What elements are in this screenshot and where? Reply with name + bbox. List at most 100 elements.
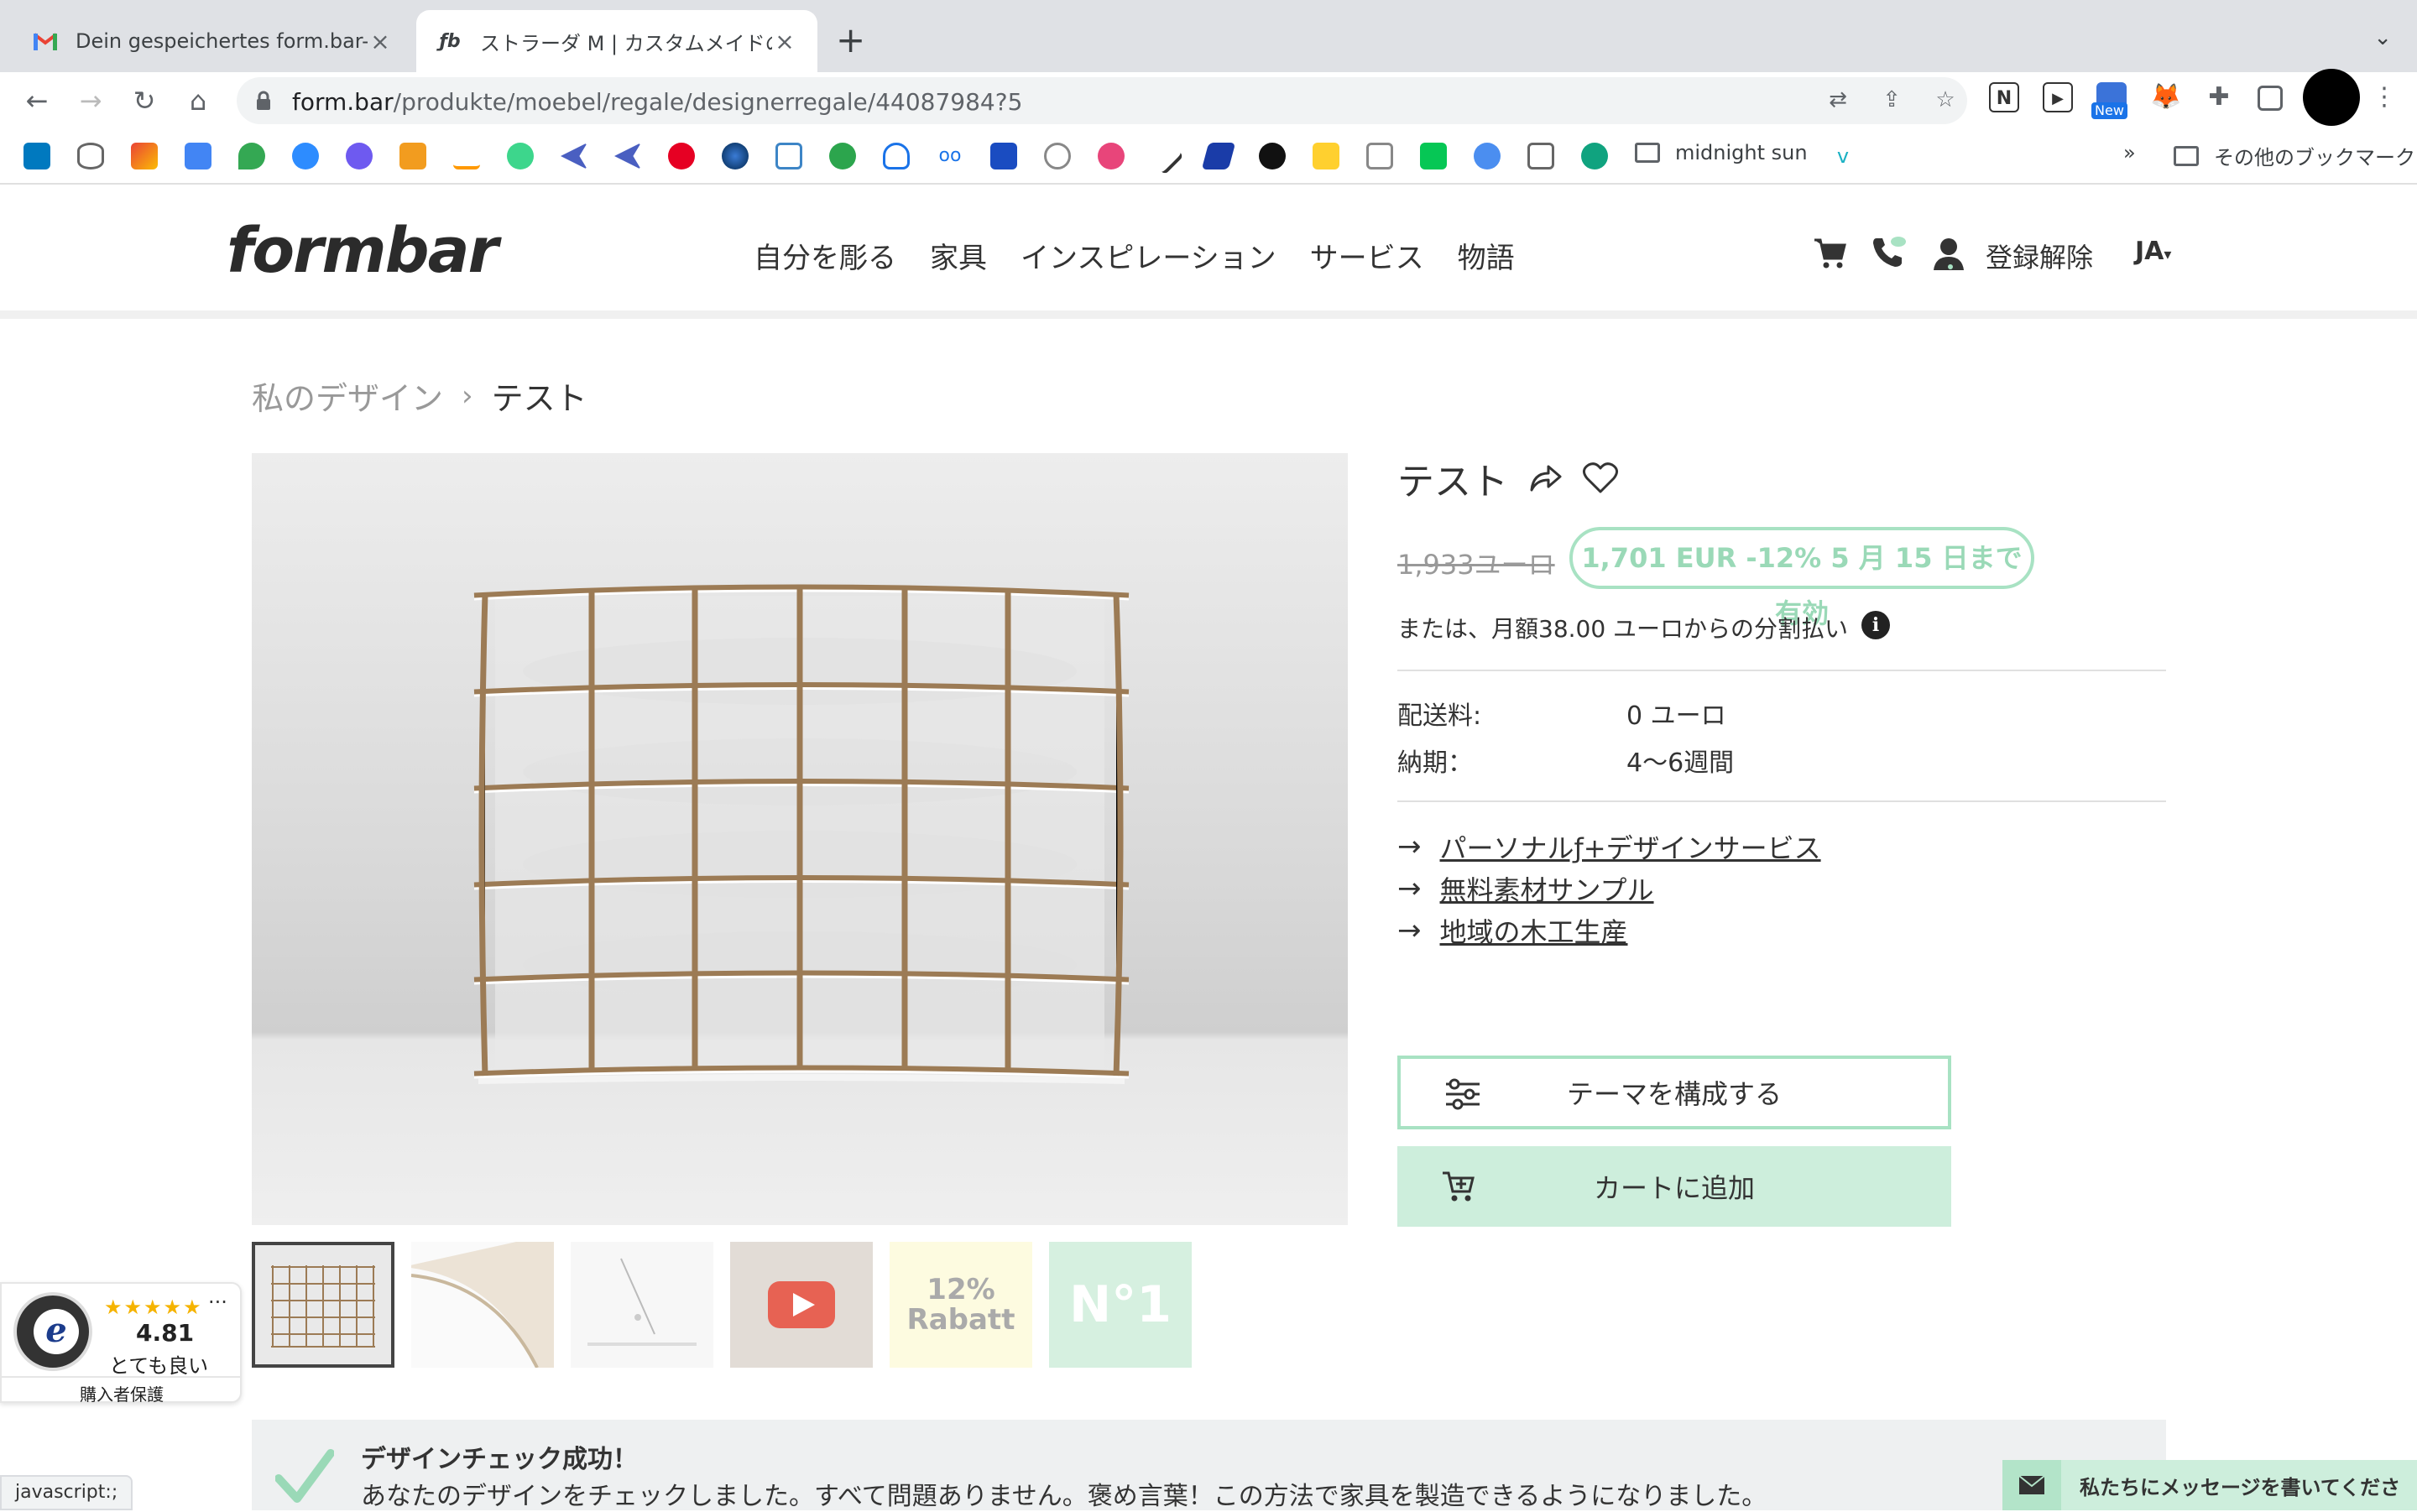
info-icon[interactable]: i — [1861, 611, 1890, 639]
main-nav: 自分を彫る 家具 インスピレーション サービス 物語 — [754, 235, 1515, 276]
other-bookmarks-folder[interactable]: その他のブックマーク — [2174, 141, 2415, 170]
tab-search-chevron-icon[interactable]: ⌄ — [2373, 25, 2392, 50]
close-tab-icon[interactable]: × — [368, 28, 393, 55]
thumbnail-rabatt[interactable]: 12% Rabatt — [890, 1242, 1032, 1368]
asterisk-bookmark-icon[interactable] — [507, 143, 534, 169]
reload-icon[interactable]: ↻ — [128, 84, 161, 117]
arrow-right-icon: → — [1397, 872, 1422, 905]
cart-add-icon — [1443, 1171, 1475, 1202]
share-icon[interactable]: ⇪ — [1878, 87, 1905, 114]
bookmark-folder-midnight-sun[interactable]: midnight sun — [1635, 141, 1808, 164]
cart-icon[interactable] — [1813, 235, 1848, 270]
language-selector[interactable]: JA▾ — [2135, 237, 2171, 266]
trusted-shops-badge[interactable]: e ★★★★★ ··· 4.81 とても良い 購入者保護 — [0, 1282, 242, 1405]
more-options-icon[interactable]: ··· — [208, 1290, 227, 1314]
nav-item-design-yourself[interactable]: 自分を彫る — [754, 235, 896, 276]
v-bookmark-icon[interactable] — [399, 143, 426, 169]
p-bookmark-icon[interactable] — [829, 143, 856, 169]
maps-bookmark-icon[interactable] — [238, 143, 265, 169]
browser-menu-icon[interactable]: ⋮ — [2372, 82, 2397, 112]
thumbnail-shelf-front[interactable] — [252, 1242, 394, 1368]
calendar-bookmark-icon[interactable] — [185, 143, 211, 169]
openai-bookmark-icon[interactable] — [1259, 143, 1286, 169]
shelf-render — [473, 584, 1130, 1084]
folder-icon — [2174, 145, 2199, 166]
buyer-protection-label: 購入者保護 — [2, 1376, 242, 1405]
product-image[interactable] — [252, 453, 1348, 1225]
rating-stars: ★★★★★ — [104, 1296, 203, 1319]
translate-icon[interactable]: ⇄ — [1824, 87, 1851, 114]
drawing-icon — [587, 1258, 697, 1346]
breadcrumb-my-designs[interactable]: 私のデザイン — [252, 373, 443, 419]
v-logo-bookmark-icon[interactable]: v — [1830, 143, 1856, 169]
heart-favorite-icon[interactable] — [1582, 461, 1619, 495]
add-to-cart-button[interactable]: カートに追加 — [1397, 1146, 1951, 1227]
nav-item-service[interactable]: サービス — [1310, 235, 1424, 276]
puzzle-extensions-icon[interactable]: ✚ — [2204, 82, 2234, 112]
camera-bookmark-icon[interactable] — [1366, 143, 1393, 169]
amazon-bookmark-icon[interactable] — [453, 143, 480, 169]
e-bookmark-icon[interactable] — [990, 143, 1017, 169]
arrow-bookmark-icon[interactable] — [561, 143, 587, 169]
metamask-fox-icon[interactable]: 🦊 — [2150, 82, 2181, 112]
building-bookmark-icon[interactable] — [1527, 143, 1554, 169]
cloud-bookmark-icon[interactable] — [883, 143, 910, 169]
arrow-bookmark-icon-2[interactable] — [614, 143, 641, 169]
star-bookmark-icon[interactable]: ☆ — [1932, 87, 1959, 114]
overflow-chevron-icon: » — [2123, 141, 2136, 164]
close-tab-icon[interactable]: × — [772, 28, 797, 55]
pinterest-bookmark-icon[interactable] — [668, 143, 695, 169]
trello-bookmark-icon[interactable] — [23, 143, 50, 169]
video-extension-icon[interactable]: ▶ — [2043, 82, 2073, 112]
chatgpt-bookmark-icon[interactable] — [1581, 143, 1608, 169]
link-material-samples[interactable]: → 無料素材サンプル — [1397, 869, 1654, 908]
c-bookmark-icon[interactable] — [346, 143, 373, 169]
blue-bookmark-icon[interactable] — [1201, 143, 1236, 169]
thumbnail-drawing[interactable] — [571, 1242, 713, 1368]
new-extension-icon[interactable]: New — [2091, 82, 2127, 119]
profile-avatar[interactable] — [2303, 69, 2360, 126]
bookmarks-overflow[interactable]: » — [2123, 141, 2136, 164]
zoom-bookmark-icon[interactable] — [292, 143, 319, 169]
notion-icon[interactable]: N — [1989, 82, 2019, 112]
nav-item-furniture[interactable]: 家具 — [930, 235, 987, 276]
nav-item-inspiration[interactable]: インスピレーション — [1021, 235, 1276, 276]
oo-bookmark-icon[interactable]: oo — [937, 143, 963, 169]
installment-text: または、月額38.00 ユーロからの分割払い — [1397, 615, 1849, 643]
side-panel-icon[interactable] — [2258, 86, 2283, 111]
user-icon[interactable] — [1932, 235, 1965, 272]
configure-button[interactable]: テーマを構成する — [1397, 1056, 1951, 1129]
share-arrow-icon[interactable] — [1528, 463, 1562, 493]
smiley-bookmark-icon[interactable] — [1044, 143, 1071, 169]
forward-arrow-icon[interactable]: → — [74, 84, 107, 117]
formbar-logo[interactable]: formbar — [227, 215, 499, 287]
link-design-service[interactable]: → パーソナルƒ+デザインサービス — [1397, 827, 1821, 866]
breadcrumb: 私のデザイン › テスト — [252, 373, 587, 419]
chart-bookmark-icon[interactable] — [775, 143, 802, 169]
phone-icon[interactable] — [1870, 233, 1907, 270]
link-local-production[interactable]: → 地域の木工生産 — [1397, 911, 1628, 950]
logout-link[interactable]: 登録解除 — [1986, 237, 2093, 275]
miro-bookmark-icon[interactable] — [1313, 143, 1339, 169]
pen-bookmark-icon[interactable] — [1146, 137, 1184, 175]
thumbnail-no1[interactable]: N°1 — [1049, 1242, 1192, 1368]
address-bar[interactable]: form.bar/produkte/moebel/regale/designer… — [237, 77, 1967, 124]
chat-message-bar[interactable]: 私たちにメッセージを書いてくださ — [2002, 1460, 2417, 1510]
delivery-value: 4〜6週間 — [1626, 748, 1735, 778]
thumbnail-video[interactable] — [730, 1242, 873, 1368]
line-bookmark-icon[interactable] — [1420, 143, 1447, 169]
database-bookmark-icon[interactable] — [77, 143, 104, 169]
flower-bookmark-icon[interactable] — [1098, 143, 1125, 169]
new-tab-icon[interactable]: + — [836, 22, 865, 59]
home-icon[interactable]: ⌂ — [181, 84, 215, 117]
back-arrow-icon[interactable]: ← — [20, 84, 54, 117]
nav-item-story[interactable]: 物語 — [1458, 235, 1515, 276]
browser-tab-formbar[interactable]: ƒb ストラーダ M | カスタムメイドの × — [416, 10, 817, 72]
globe-bookmark-icon[interactable] — [722, 143, 749, 169]
thumbnail-detail-corner[interactable] — [411, 1242, 554, 1368]
gmail-bookmark-icon[interactable] — [131, 143, 158, 169]
link-text: 地域の木工生産 — [1439, 916, 1628, 948]
browser-tab-gmail[interactable]: Dein gespeichertes form.bar-D × — [12, 10, 413, 72]
notice-body: あなたのデザインをチェックしました。すべて問題ありません。褒め言葉！この方法で家… — [361, 1482, 1767, 1511]
ai-bookmark-icon[interactable] — [1474, 143, 1501, 169]
